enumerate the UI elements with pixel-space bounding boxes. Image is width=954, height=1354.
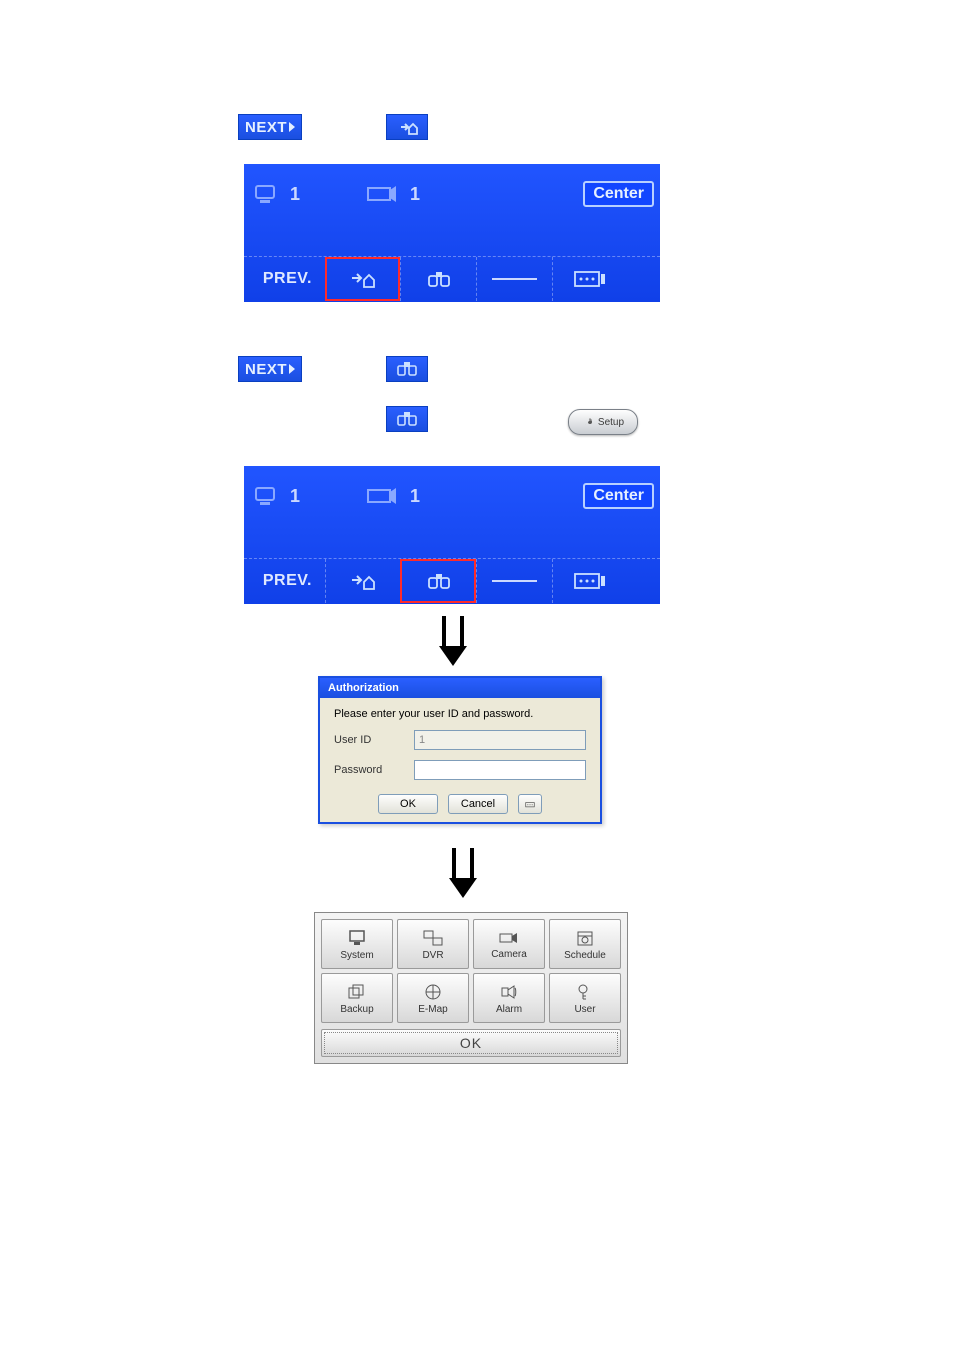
status-panel-b: 1 1 Center PREV.	[244, 466, 660, 604]
setup-binoculars-icon	[395, 410, 419, 428]
camera-index: 1	[410, 486, 420, 507]
password-label: Password	[334, 764, 414, 776]
ok-button[interactable]: OK	[378, 794, 438, 814]
user-id-input	[414, 730, 586, 750]
dvr-icon	[250, 482, 286, 510]
label: Backup	[340, 1004, 373, 1015]
dialog-prompt: Please enter your user ID and password.	[334, 708, 586, 720]
label: E-Map	[418, 1004, 447, 1015]
authorization-dialog: Authorization Please enter your user ID …	[318, 676, 602, 824]
dvr-index: 1	[290, 486, 300, 507]
settings-item-alarm[interactable]: Alarm	[473, 973, 545, 1023]
user-id-label: User ID	[334, 734, 414, 746]
setup-lock-button[interactable]	[400, 257, 476, 301]
virtual-keyboard-button[interactable]	[518, 794, 542, 814]
dvr-index: 1	[290, 184, 300, 205]
keypad-icon	[573, 268, 607, 290]
label: System	[340, 950, 373, 961]
setup-icon-box-2[interactable]	[386, 406, 428, 432]
keypad-button[interactable]	[552, 257, 628, 301]
settings-item-user[interactable]: User	[549, 973, 621, 1023]
prev-label: PREV.	[263, 270, 312, 288]
keypad-icon	[573, 570, 607, 592]
settings-item-schedule[interactable]: Schedule	[549, 919, 621, 969]
arrow-stem-2	[452, 848, 474, 878]
setup-binoculars-icon	[395, 360, 419, 378]
prev-label: PREV.	[263, 572, 312, 590]
camera-icon	[360, 180, 406, 208]
camera-index: 1	[410, 184, 420, 205]
settings-ok-button[interactable]: OK	[321, 1029, 621, 1057]
arrow-down-icon	[449, 878, 477, 898]
next-label: NEXT	[245, 119, 287, 136]
next-button-2[interactable]: NEXT	[238, 356, 302, 382]
dash-slot	[476, 257, 552, 301]
dash-slot	[476, 559, 552, 603]
schedule-icon	[575, 928, 595, 948]
label: DVR	[422, 950, 443, 961]
keyboard-icon	[525, 799, 535, 809]
logoff-button[interactable]	[325, 257, 401, 301]
backup-icon	[346, 982, 368, 1002]
setup-binoculars-icon	[425, 268, 453, 290]
setup-lock-button[interactable]	[400, 559, 476, 603]
chevron-right-icon	[289, 364, 295, 374]
label: User	[574, 1004, 595, 1015]
status-panel-a: 1 1 Center PREV.	[244, 164, 660, 302]
settings-item-system[interactable]: System	[321, 919, 393, 969]
emap-icon	[422, 982, 444, 1002]
setup-pill-button[interactable]: Setup	[568, 409, 638, 435]
prev-button[interactable]: PREV.	[250, 257, 325, 301]
settings-item-backup[interactable]: Backup	[321, 973, 393, 1023]
dvr-icon	[250, 180, 286, 208]
camera-icon	[497, 929, 521, 947]
logoff-icon-box-1[interactable]	[386, 114, 428, 140]
alarm-icon	[498, 982, 520, 1002]
logoff-house-arrow-icon	[348, 569, 378, 593]
settings-panel: System DVR Camera Schedule Backup E-Map …	[314, 912, 628, 1064]
label: Alarm	[496, 1004, 522, 1015]
cancel-button[interactable]: Cancel	[448, 794, 508, 814]
dvr-icon	[421, 928, 445, 948]
system-icon	[346, 928, 368, 948]
settings-item-camera[interactable]: Camera	[473, 919, 545, 969]
label: Schedule	[564, 950, 606, 961]
settings-item-dvr[interactable]: DVR	[397, 919, 469, 969]
settings-item-emap[interactable]: E-Map	[397, 973, 469, 1023]
arrow-stem-1	[442, 616, 464, 646]
wrench-icon	[582, 416, 594, 428]
prev-button[interactable]: PREV.	[250, 559, 325, 603]
logoff-house-arrow-icon	[395, 118, 419, 136]
setup-icon-box-1[interactable]	[386, 356, 428, 382]
keypad-button[interactable]	[552, 559, 628, 603]
center-tag[interactable]: Center	[583, 181, 654, 207]
arrow-down-icon	[439, 646, 467, 666]
user-key-icon	[575, 982, 595, 1002]
logoff-house-arrow-icon	[348, 267, 378, 291]
next-label: NEXT	[245, 361, 287, 378]
setup-binoculars-icon	[425, 570, 453, 592]
logoff-button[interactable]	[325, 559, 401, 603]
next-button-1[interactable]: NEXT	[238, 114, 302, 140]
center-tag[interactable]: Center	[583, 483, 654, 509]
setup-pill-label: Setup	[598, 417, 624, 428]
label: Camera	[491, 949, 527, 960]
password-input[interactable]	[414, 760, 586, 780]
chevron-right-icon	[289, 122, 295, 132]
camera-icon	[360, 482, 406, 510]
dialog-title: Authorization	[320, 678, 600, 698]
